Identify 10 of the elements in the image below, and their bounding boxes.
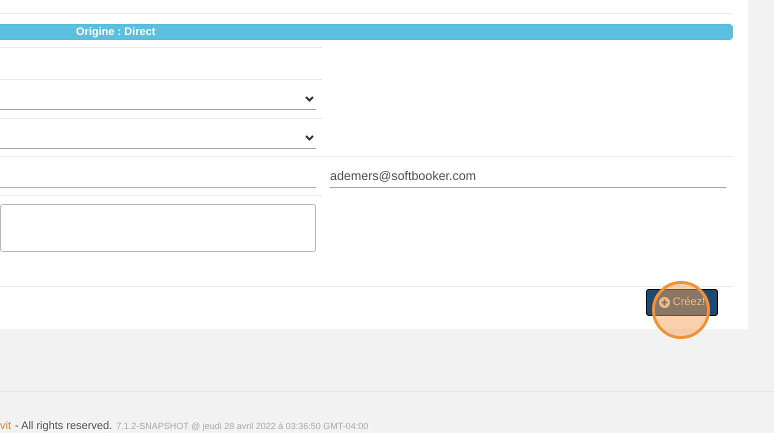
plus-circle-icon [658, 297, 670, 308]
company-link[interactable]: vit [0, 418, 11, 433]
email-field[interactable]: ademers@softbooker.com [330, 167, 726, 188]
create-button[interactable]: Créez! [646, 289, 718, 316]
version-text: 7.1.2-SNAPSHOT @ jeudi 28 avril 2022 à 03:36:50 GMT-04:00 [116, 420, 368, 433]
origin-banner: Origine : Direct [0, 24, 733, 40]
textarea-field[interactable] [0, 204, 316, 252]
chevron-down-icon [305, 134, 314, 140]
rights-text: - All rights reserved. [15, 419, 112, 433]
chevron-down-icon [305, 96, 314, 102]
